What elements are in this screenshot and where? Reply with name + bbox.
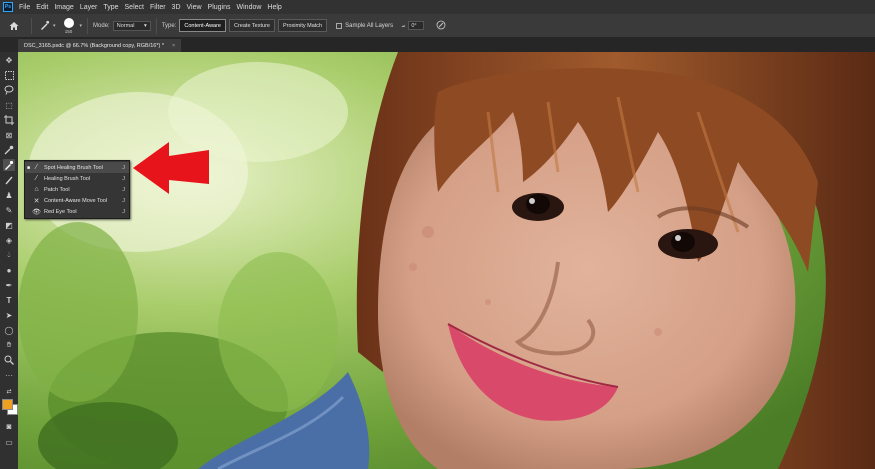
brush-angle-input[interactable]: 0° [408, 21, 425, 30]
flyout-item-content-aware-move[interactable]: ✕ Content-Aware Move Tool J [25, 195, 129, 206]
options-divider [87, 17, 89, 34]
more-tools-icon[interactable]: ··· [3, 369, 15, 381]
brush-angle-icon: ⦟ [401, 21, 406, 29]
healing-brush-icon: ⁄ [35, 175, 38, 182]
menu-3d[interactable]: 3D [172, 4, 181, 11]
photoshop-logo: Ps [3, 2, 13, 12]
brush-tip-icon [63, 17, 74, 28]
lasso-tool-icon[interactable] [3, 84, 15, 96]
flyout-item-label: Content-Aware Move Tool [44, 197, 108, 204]
tools-panel: ✥ ⬚ ⊠ ♟ ✎ ◩ ◈ 💧︎ ● ✒︎ T ➤ ◯ ✋︎ ··· ⇄ ◙ ▭ [0, 52, 19, 469]
pressure-size-icon[interactable] [436, 20, 446, 32]
move-tool-icon[interactable]: ✥ [3, 54, 15, 66]
zoom-tool-icon[interactable] [3, 354, 15, 366]
options-divider [31, 17, 32, 34]
create-texture-button[interactable]: Create Texture [229, 19, 275, 32]
menu-edit[interactable]: Edit [36, 4, 48, 11]
type-tool-icon[interactable]: T [3, 294, 15, 306]
flyout-item-label: Spot Healing Brush Tool [44, 164, 103, 171]
clone-stamp-tool-icon[interactable]: ♟ [3, 189, 15, 201]
flyout-item-shortcut: J [122, 175, 125, 182]
flyout-item-shortcut: J [122, 197, 125, 204]
document-tab-title: DSC_3165.psdc @ 66.7% (Background copy, … [24, 42, 164, 49]
close-icon[interactable]: × [172, 43, 175, 49]
document-canvas[interactable] [18, 52, 875, 469]
portrait-photo [18, 52, 875, 469]
flyout-item-healing-brush[interactable]: ⁄ Healing Brush Tool J [25, 173, 129, 184]
paint-bucket-tool-icon[interactable]: ◈ [3, 234, 15, 246]
document-tab-bar: DSC_3165.psdc @ 66.7% (Background copy, … [18, 38, 875, 52]
menu-help[interactable]: Help [267, 4, 281, 11]
patch-icon: ⌂ [34, 186, 39, 193]
screen-mode-icon[interactable]: ▭ [3, 436, 15, 448]
shape-tool-icon[interactable]: ◯ [3, 324, 15, 336]
flyout-item-label: Patch Tool [44, 186, 70, 193]
brush-tool-icon[interactable] [3, 174, 15, 186]
menu-image[interactable]: Image [54, 4, 73, 11]
quick-mask-icon[interactable]: ◙ [3, 420, 15, 432]
history-brush-tool-icon[interactable]: ✎ [3, 204, 15, 216]
brush-size-picker[interactable]: 150 [60, 17, 78, 34]
content-aware-button[interactable]: Content-Aware [179, 19, 226, 32]
mode-label: Mode: [93, 22, 110, 29]
document-tab[interactable]: DSC_3165.psdc @ 66.7% (Background copy, … [18, 39, 182, 52]
mode-select[interactable]: Normal ▾ [112, 20, 151, 31]
menu-plugins[interactable]: Plugins [208, 4, 231, 11]
flyout-item-spot-healing-brush[interactable]: ■ ⁄ Spot Healing Brush Tool J [25, 162, 129, 173]
options-bar: ▾ 150 ▾ Mode: Normal ▾ Type: Content-Awa… [0, 14, 875, 38]
eraser-tool-icon[interactable]: ◩ [3, 219, 15, 231]
pen-tool-icon[interactable]: ✒︎ [3, 279, 15, 291]
menu-type[interactable]: Type [103, 4, 118, 11]
hand-tool-icon[interactable]: ✋︎ [3, 339, 15, 351]
path-selection-tool-icon[interactable]: ➤ [3, 309, 15, 321]
brush-size-chevron-icon[interactable]: ▾ [80, 23, 83, 29]
proximity-match-button[interactable]: Proximity Match [277, 19, 328, 32]
options-divider [155, 17, 157, 34]
red-eye-icon: 👁︎ [32, 208, 41, 216]
dodge-tool-icon[interactable]: ● [3, 264, 15, 276]
eyedropper-tool-icon[interactable] [3, 144, 15, 156]
menu-filter[interactable]: Filter [150, 4, 166, 11]
menu-layer[interactable]: Layer [80, 4, 98, 11]
flyout-item-patch[interactable]: ⌂ Patch Tool J [25, 184, 129, 195]
spot-healing-brush-icon[interactable] [37, 19, 51, 33]
flyout-item-shortcut: J [122, 164, 125, 171]
flyout-item-shortcut: J [122, 186, 125, 193]
menu-select[interactable]: Select [125, 4, 144, 11]
blur-tool-icon[interactable]: 💧︎ [3, 249, 15, 261]
red-arrow-annotation-icon [133, 142, 209, 194]
menu-view[interactable]: View [187, 4, 202, 11]
menu-file[interactable]: File [19, 4, 30, 11]
home-icon[interactable] [6, 18, 22, 34]
sample-all-layers-checkbox[interactable] [336, 22, 343, 29]
spot-healing-brush-icon: ⁄ [35, 164, 38, 171]
content-aware-move-icon: ✕ [33, 197, 40, 205]
menu-window[interactable]: Window [237, 4, 262, 11]
frame-tool-icon[interactable]: ⊠ [3, 129, 15, 141]
tool-preset-chevron-icon[interactable]: ▾ [53, 23, 56, 29]
flyout-item-label: Healing Brush Tool [44, 175, 91, 182]
menu-bar: Ps File Edit Image Layer Type Select Fil… [0, 0, 875, 14]
object-selection-tool-icon[interactable]: ⬚ [3, 99, 15, 111]
flyout-item-red-eye[interactable]: 👁︎ Red Eye Tool J [25, 206, 129, 217]
crop-tool-icon[interactable] [3, 114, 15, 126]
healing-tools-flyout: ■ ⁄ Spot Healing Brush Tool J ⁄ Healing … [24, 160, 130, 219]
flyout-item-label: Red Eye Tool [44, 208, 77, 215]
sample-all-layers-label: Sample All Layers [345, 22, 394, 29]
marquee-tool-icon[interactable] [3, 69, 15, 81]
mode-value: Normal [116, 22, 135, 29]
swap-colors-icon[interactable]: ⇄ [3, 385, 15, 397]
flyout-item-shortcut: J [122, 208, 125, 215]
chevron-down-icon: ▾ [143, 22, 147, 29]
foreground-color-swatch[interactable] [2, 399, 13, 410]
type-label: Type: [161, 22, 177, 29]
healing-tool-icon[interactable] [3, 159, 15, 171]
brush-size-value: 150 [64, 28, 73, 34]
